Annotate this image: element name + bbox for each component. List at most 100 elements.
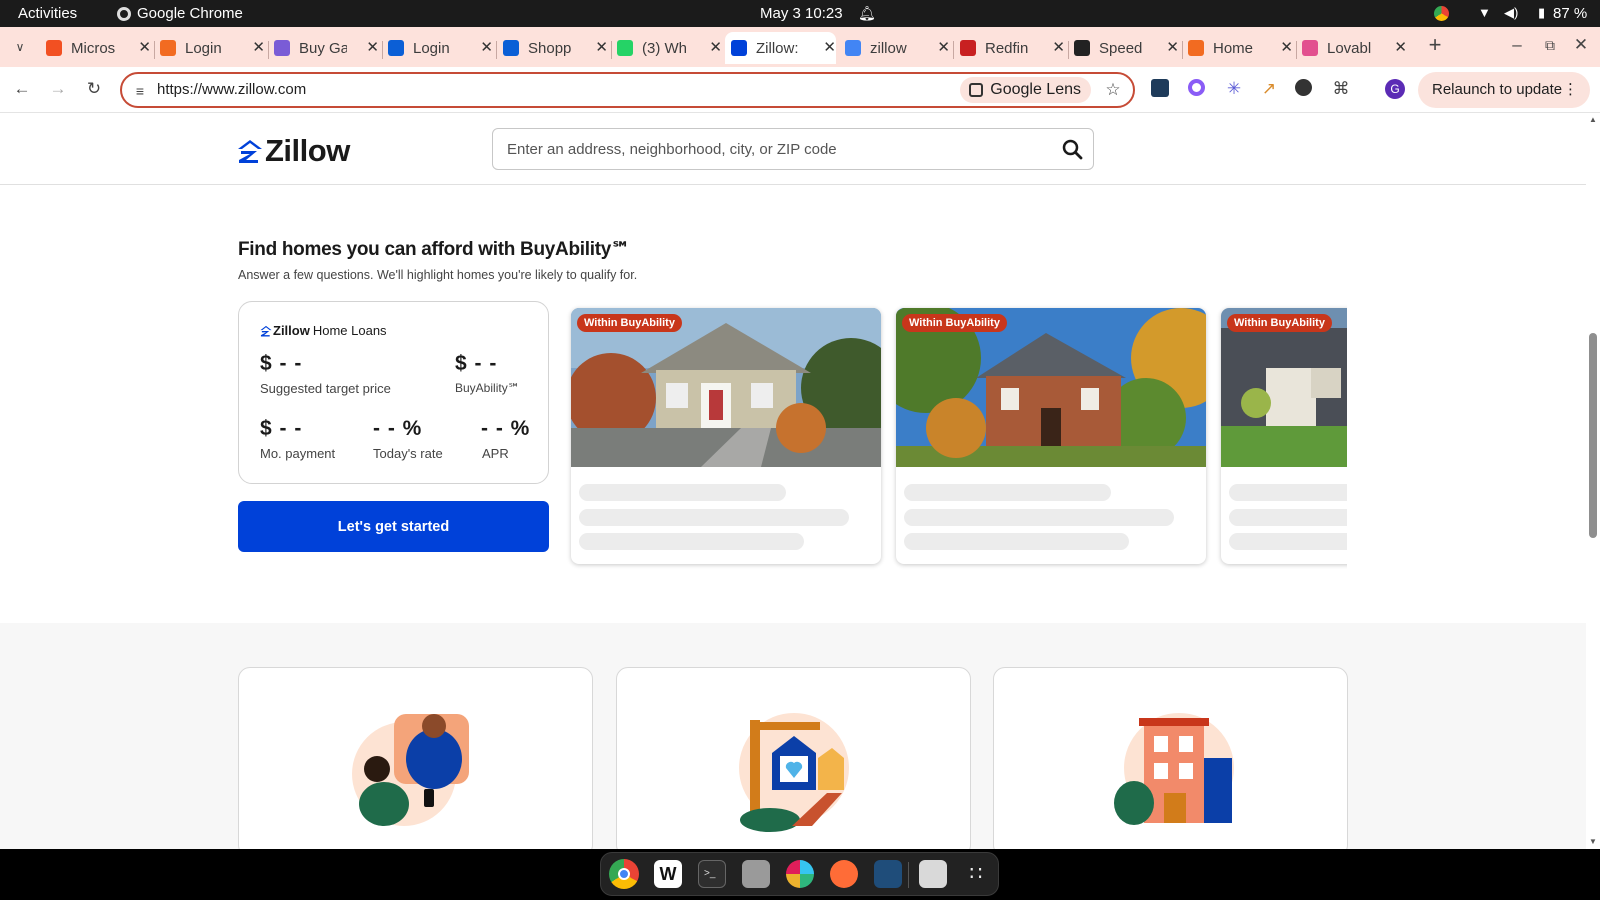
extension-3-icon[interactable]: ✳ [1224, 79, 1244, 99]
tab-favicon-icon [1302, 40, 1318, 56]
minimize-icon[interactable]: – [1507, 35, 1527, 55]
extensions-puzzle-icon[interactable]: ⌘ [1331, 79, 1351, 99]
tab-10[interactable]: Speed ✕ [1068, 32, 1179, 64]
clock[interactable]: May 3 10:23 [760, 5, 843, 22]
skeleton-line [904, 533, 1129, 550]
feature-card-buy[interactable] [238, 667, 593, 849]
app-menu[interactable]: Google Chrome [117, 5, 243, 22]
listing-card[interactable]: Within BuyAbility [896, 308, 1206, 564]
tab-close-icon[interactable]: ✕ [138, 38, 151, 56]
activities-button[interactable]: Activities [18, 5, 77, 22]
relaunch-button[interactable]: Relaunch to update ⋮ [1418, 72, 1590, 108]
search-icon[interactable] [1062, 139, 1083, 160]
chrome-tray-icon[interactable] [1434, 6, 1449, 21]
tab-favicon-icon [388, 40, 404, 56]
forward-icon[interactable]: → [48, 79, 68, 99]
extension-5-icon[interactable] [1295, 79, 1312, 96]
tab-7[interactable]: Zillow: ✕ [725, 32, 836, 64]
tab-9[interactable]: Redfin ✕ [954, 32, 1065, 64]
extension-4-icon[interactable]: ↗ [1259, 79, 1279, 99]
profile-avatar[interactable]: G [1385, 79, 1405, 99]
listing-card[interactable]: Within BuyAbility [571, 308, 881, 564]
more-menu-icon[interactable]: ⋮ [1563, 72, 1578, 108]
tab-close-icon[interactable]: ✕ [937, 38, 950, 56]
tab-title: Login [413, 39, 450, 57]
chrome-app-icon [117, 6, 131, 21]
vscode-icon[interactable] [874, 860, 902, 888]
tab-close-icon[interactable]: ✕ [366, 38, 379, 56]
tab-favicon-icon [160, 40, 176, 56]
search-input[interactable] [493, 129, 1053, 169]
battery-icon[interactable]: ▮ [1538, 5, 1545, 21]
zillow-header: Zillow [0, 113, 1586, 185]
tab-2[interactable]: Login ✕ [154, 32, 265, 64]
skeleton-line [579, 484, 786, 501]
back-icon[interactable]: ← [12, 79, 32, 99]
tab-favicon-icon [960, 40, 976, 56]
extension-1-icon[interactable] [1151, 79, 1169, 97]
dock: W >_ ∷ [600, 852, 999, 896]
search-box[interactable] [492, 128, 1094, 170]
scroll-up-arrow-icon[interactable]: ▲ [1589, 115, 1597, 124]
volume-icon[interactable]: ◀) [1504, 5, 1518, 21]
tab-close-icon[interactable]: ✕ [709, 38, 722, 56]
tab-4[interactable]: Login ✕ [382, 32, 493, 64]
tab-3[interactable]: Buy Ga ✕ [268, 32, 379, 64]
new-tab-icon[interactable]: + [1425, 34, 1445, 56]
chrome-icon[interactable] [609, 859, 639, 889]
get-started-button[interactable]: Let's get started [238, 501, 549, 552]
tab-5[interactable]: Shopp ✕ [497, 32, 608, 64]
tab-title: Lovabl [1327, 39, 1372, 57]
todays-rate-label: Today's rate [373, 446, 443, 461]
listing-card[interactable]: Within BuyAbility [1221, 308, 1347, 564]
buyability-value: $ - - [455, 352, 498, 375]
restore-icon[interactable]: ⧉ [1540, 35, 1560, 55]
tab-favicon-icon [617, 40, 633, 56]
tab-11[interactable]: Home ✕ [1182, 32, 1293, 64]
tab-search-chevron-icon[interactable]: ∨ [10, 37, 30, 57]
tab-favicon-icon [503, 40, 519, 56]
page-scrollbar[interactable]: ▲ ▼ [1586, 113, 1600, 849]
wifi-icon[interactable]: ▼ [1478, 5, 1491, 20]
bookmark-star-icon[interactable]: ☆ [1103, 80, 1123, 100]
listing-carousel-clip: Within BuyAbility [1215, 303, 1347, 569]
google-lens-button[interactable]: Google Lens [960, 77, 1091, 103]
tab-close-icon[interactable]: ✕ [252, 38, 265, 56]
tab-6[interactable]: (3) Wh ✕ [611, 32, 722, 64]
tab-12[interactable]: Lovabl ✕ [1296, 32, 1407, 64]
tab-close-icon[interactable]: ✕ [1166, 38, 1179, 56]
files-icon[interactable] [742, 860, 770, 888]
trash-icon[interactable] [919, 860, 947, 888]
tab-1[interactable]: Micros ✕ [40, 32, 151, 64]
address-bar[interactable]: ≡ https://www.zillow.com Google Lens ☆ [120, 72, 1135, 108]
tab-close-icon[interactable]: ✕ [1280, 38, 1293, 56]
notes-icon[interactable]: W [654, 860, 682, 888]
tab-close-icon[interactable]: ✕ [1052, 38, 1065, 56]
postman-icon[interactable] [830, 860, 858, 888]
skeleton-line [1229, 533, 1347, 550]
zillow-logo[interactable]: Zillow [237, 133, 350, 169]
buyability-badge: Within BuyAbility [1227, 314, 1332, 332]
feature-card-sell[interactable] [616, 667, 971, 849]
lens-icon [969, 83, 984, 97]
app-grid-icon[interactable]: ∷ [962, 860, 990, 888]
tab-close-icon[interactable]: ✕ [1394, 38, 1407, 56]
scrollbar-thumb[interactable] [1589, 333, 1597, 538]
site-settings-icon[interactable]: ≡ [130, 81, 150, 101]
scroll-down-arrow-icon[interactable]: ▼ [1589, 837, 1597, 846]
tab-close-icon[interactable]: ✕ [595, 38, 608, 56]
notification-bell-icon: 🔔︎ [858, 5, 876, 21]
reload-icon[interactable]: ↻ [84, 79, 104, 99]
terminal-icon[interactable]: >_ [698, 860, 726, 888]
tab-8[interactable]: zillow ✕ [839, 32, 950, 64]
monthly-payment-value: $ - - [260, 417, 303, 440]
url-text[interactable]: https://www.zillow.com [157, 81, 306, 98]
tab-close-icon[interactable]: ✕ [480, 38, 493, 56]
tab-close-icon[interactable]: ✕ [823, 38, 836, 56]
feature-card-rent[interactable] [993, 667, 1348, 849]
tab-title: Speed [1099, 39, 1143, 57]
close-window-icon[interactable]: ✕ [1571, 35, 1591, 55]
slack-icon[interactable] [786, 860, 814, 888]
skeleton-line [579, 509, 849, 526]
extension-2-icon[interactable] [1188, 79, 1205, 96]
